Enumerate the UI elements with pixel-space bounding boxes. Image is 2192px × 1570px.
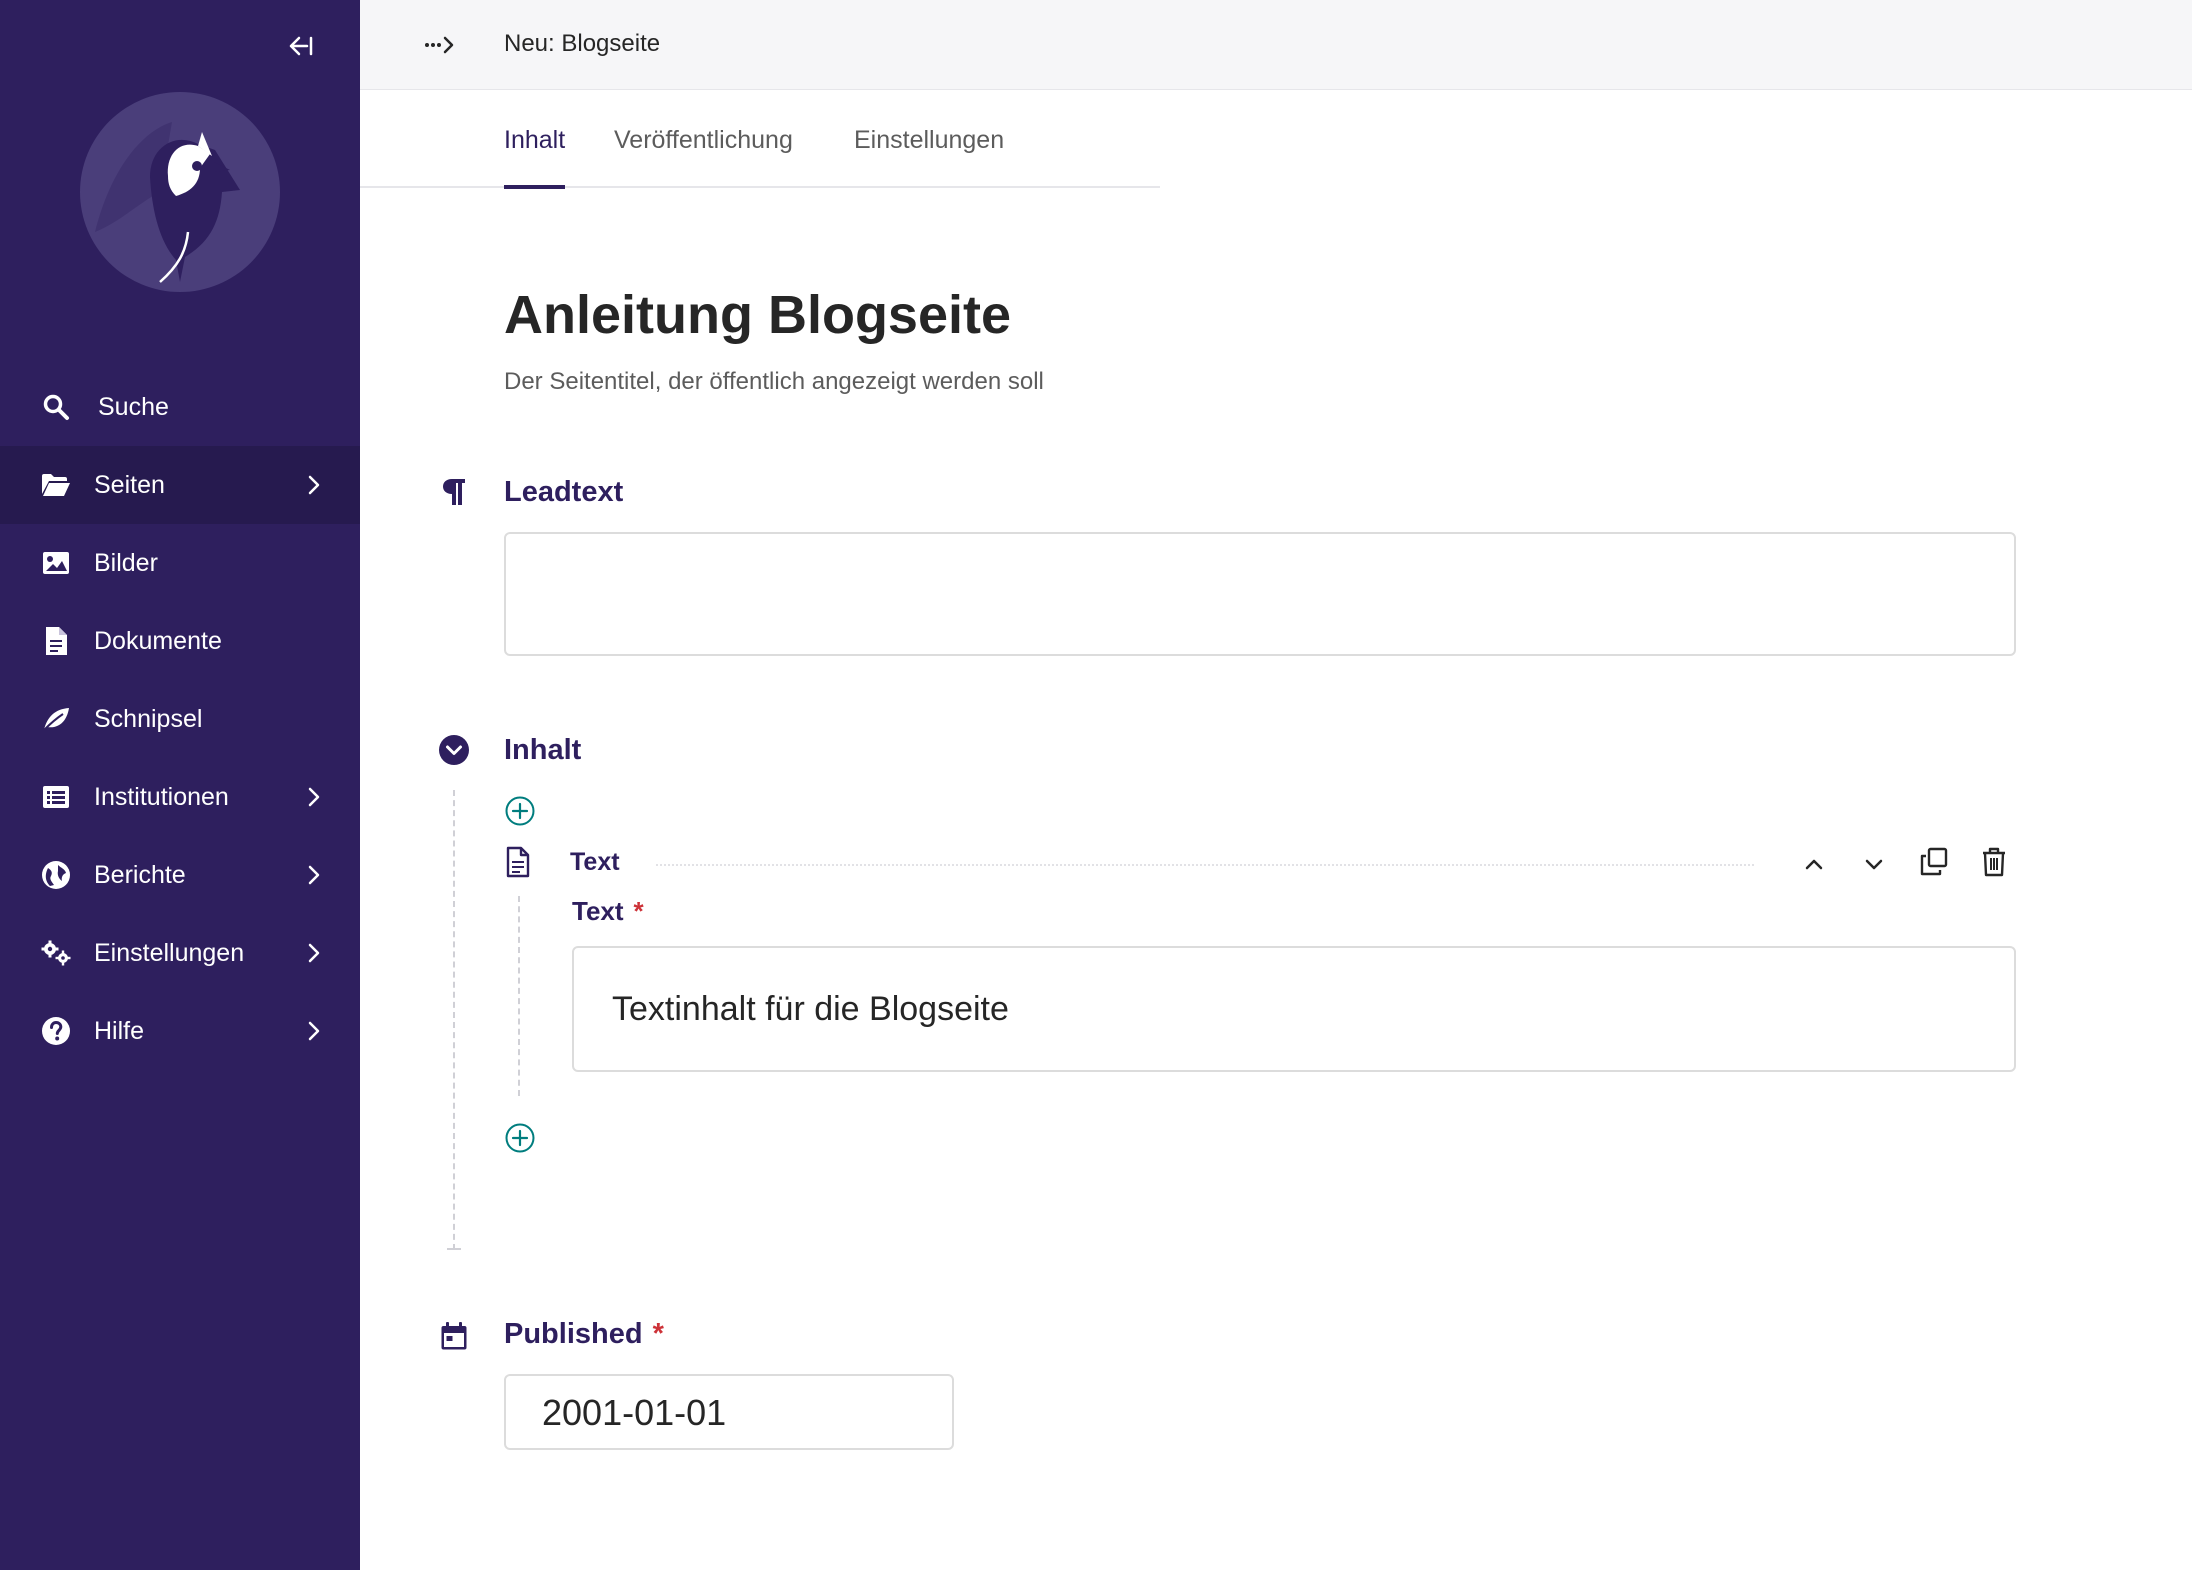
page-title[interactable]: Anleitung Blogseite — [504, 284, 1011, 346]
breadcrumb-expand-icon — [425, 36, 454, 54]
chevron-right-icon — [308, 787, 320, 807]
collapse-chevron-icon[interactable] — [436, 732, 472, 768]
snippet-leaf-icon — [40, 703, 72, 735]
published-date-input[interactable]: 2001-01-01 — [504, 1374, 954, 1450]
chevron-right-icon — [308, 865, 320, 885]
chevron-right-icon — [308, 475, 320, 495]
breadcrumb-toggle-button[interactable] — [420, 28, 460, 62]
sidebar-item-dokumente[interactable]: Dokumente — [0, 602, 360, 680]
plus-circle-icon — [505, 796, 535, 826]
inhalt-label: Inhalt — [504, 734, 582, 766]
trash-icon — [1983, 847, 2005, 877]
leadtext-input[interactable] — [504, 532, 2016, 656]
chevron-down-icon — [1865, 859, 1883, 870]
collapse-left-icon — [289, 36, 313, 56]
breadcrumb-title: Neu: Blogseite — [504, 30, 661, 57]
sidebar: Suche Seiten Bilder Dokumente Schnipsel … — [0, 0, 360, 1570]
image-icon — [40, 547, 72, 579]
sidebar-item-schnipsel[interactable]: Schnipsel — [0, 680, 360, 758]
sidebar-item-seiten[interactable]: Seiten — [0, 446, 360, 524]
leadtext-label: Leadtext — [504, 476, 624, 508]
move-up-button[interactable] — [1794, 844, 1834, 884]
cogs-icon — [40, 937, 72, 969]
page-title-help: Der Seitentitel, der öffentlich angezeig… — [504, 368, 1044, 395]
sidebar-nav: Suche Seiten Bilder Dokumente Schnipsel … — [0, 368, 360, 1070]
search-icon — [40, 391, 72, 423]
tab-bar: Inhalt Veröffentlichung Einstellungen — [360, 90, 1160, 189]
list-icon — [40, 781, 72, 813]
sidebar-item-label: Bilder — [94, 548, 158, 577]
sidebar-item-einstellungen[interactable]: Einstellungen — [0, 914, 360, 992]
chevron-right-icon — [308, 1021, 320, 1041]
sidebar-item-suche[interactable]: Suche — [0, 368, 360, 446]
pilcrow-icon — [436, 474, 472, 510]
sidebar-collapse-button[interactable] — [282, 28, 318, 64]
document-icon — [40, 625, 72, 657]
sidebar-item-institutionen[interactable]: Institutionen — [0, 758, 360, 836]
block-title[interactable]: Text — [570, 848, 620, 877]
move-down-button[interactable] — [1854, 844, 1894, 884]
block-header-divider — [656, 864, 1754, 866]
required-marker: * — [633, 896, 644, 926]
stream-end-marker — [447, 1248, 461, 1250]
sidebar-item-bilder[interactable]: Bilder — [0, 524, 360, 602]
block-connector-line — [518, 896, 520, 1096]
text-field-label: Text * — [572, 896, 644, 927]
wagtail-logo[interactable] — [80, 92, 280, 292]
copy-icon — [1920, 847, 1948, 876]
tab-veroeffentlichung[interactable]: Veröffentlichung — [614, 126, 793, 185]
calendar-icon — [436, 1318, 472, 1354]
folder-open-icon — [40, 469, 72, 501]
tab-inhalt[interactable]: Inhalt — [504, 126, 566, 189]
add-block-button-bottom[interactable] — [504, 1122, 536, 1154]
text-input-value: Textinhalt für die Blogseite — [612, 990, 1009, 1028]
text-field-label-text: Text — [572, 896, 624, 926]
text-input[interactable]: Textinhalt für die Blogseite — [572, 946, 2016, 1072]
help-icon — [40, 1015, 72, 1047]
published-label: Published * — [504, 1318, 664, 1351]
required-marker: * — [652, 1318, 664, 1350]
sidebar-item-label: Suche — [98, 392, 169, 421]
sidebar-item-berichte[interactable]: Berichte — [0, 836, 360, 914]
sidebar-item-hilfe[interactable]: Hilfe — [0, 992, 360, 1070]
header: Neu: Blogseite — [360, 0, 2192, 90]
plus-circle-icon — [505, 1123, 535, 1153]
sidebar-item-label: Schnipsel — [94, 704, 203, 733]
tab-einstellungen[interactable]: Einstellungen — [854, 126, 1004, 185]
published-date-value: 2001-01-01 — [542, 1392, 727, 1433]
chevron-right-icon — [308, 943, 320, 963]
delete-button[interactable] — [1974, 842, 2014, 882]
chevron-up-icon — [1805, 859, 1823, 870]
sidebar-item-label: Dokumente — [94, 626, 222, 655]
add-block-button[interactable] — [504, 795, 536, 827]
stream-connector-line — [453, 790, 455, 1250]
document-icon — [500, 844, 536, 880]
duplicate-button[interactable] — [1914, 842, 1954, 882]
published-label-text: Published — [504, 1318, 643, 1350]
globe-icon — [40, 859, 72, 891]
